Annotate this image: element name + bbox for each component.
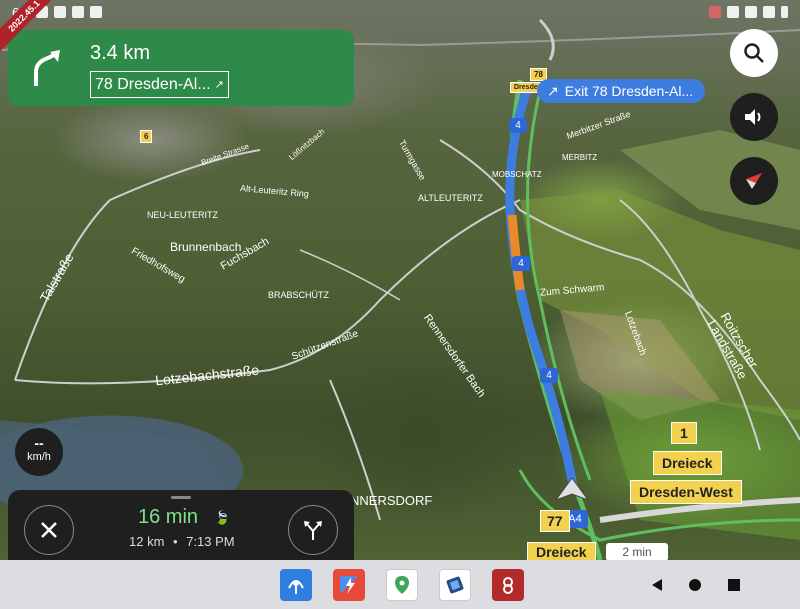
maps-app-icon[interactable]	[333, 569, 365, 601]
separator: •	[173, 534, 178, 549]
speed-value: --	[34, 435, 44, 451]
place-label: BRABSCHÜTZ	[268, 290, 330, 300]
sound-button[interactable]	[730, 93, 778, 141]
system-nav-bar	[0, 560, 800, 609]
arrival-time: 7:13 PM	[186, 534, 235, 549]
eta-duration: 16 min	[138, 506, 199, 528]
arrow-up-right-icon: ↗	[214, 78, 224, 91]
maneuver-distance: 3.4 km	[90, 42, 151, 64]
highway-shield: 4	[512, 256, 530, 271]
notification-icon	[90, 6, 103, 18]
recents-nav-button[interactable]	[727, 578, 741, 592]
exit-sign-number: 77	[540, 510, 570, 532]
close-icon	[41, 522, 57, 538]
destination-sign: Dresden-West	[630, 480, 742, 504]
road-number-sign: 6	[140, 130, 153, 143]
status-bar: 6:5	[0, 0, 800, 24]
exit-label: 78 Dresden-Al...	[95, 75, 211, 93]
location-app-icon[interactable]	[386, 569, 418, 601]
close-navigation-button[interactable]	[24, 505, 74, 555]
fork-route-icon	[304, 521, 322, 540]
search-button[interactable]	[730, 29, 778, 77]
eta-details: 12 km • 7:13 PM	[129, 534, 235, 549]
eco-leaf-icon: 🍃	[214, 510, 231, 525]
red-app-icon[interactable]	[492, 569, 524, 601]
alternate-route-time[interactable]: 2 min	[606, 543, 668, 561]
speedometer: -- km/h	[15, 428, 63, 476]
exit-sign-number: 1	[671, 422, 697, 444]
exit-callout-label: Exit 78 Dresden-Al...	[564, 83, 694, 99]
highway-shield: 4	[540, 368, 558, 383]
search-icon	[744, 43, 764, 63]
notification-icon	[72, 6, 85, 18]
drag-handle[interactable]	[171, 496, 191, 499]
direction-card[interactable]: 3.4 km 78 Dresden-Al... ↗	[8, 30, 354, 106]
place-label: MOBSCHATZ	[492, 170, 542, 179]
bluetooth-icon	[745, 6, 757, 18]
cast-icon	[709, 6, 721, 18]
trip-panel[interactable]: 16 min 🍃 12 km • 7:13 PM	[8, 490, 354, 560]
back-nav-button[interactable]	[650, 578, 664, 592]
street-label: Brunnenbach	[170, 240, 242, 254]
battery-icon	[781, 6, 788, 18]
trip-distance: 12 km	[129, 534, 165, 549]
turn-slight-right-icon	[34, 50, 60, 86]
exit-callout: ↗ Exit 78 Dresden-Al...	[537, 79, 706, 103]
speed-unit: km/h	[27, 451, 51, 463]
wifi-icon	[763, 6, 775, 18]
notification-icon	[54, 6, 67, 18]
key-icon	[727, 6, 739, 18]
compass-icon	[746, 173, 762, 189]
arrow-up-right-icon: ↗	[547, 83, 559, 99]
place-label: ALTLEUTERITZ	[418, 193, 483, 203]
device-app-icon[interactable]	[439, 569, 471, 601]
alternate-routes-button[interactable]	[288, 505, 338, 555]
place-label: NNERSDORF	[350, 493, 433, 508]
destination-sign: Dreieck	[653, 451, 722, 475]
destination-sign: Dreieck	[527, 542, 596, 562]
place-label: NEU-LEUTERITZ	[147, 210, 219, 220]
home-nav-button[interactable]	[688, 578, 702, 592]
exit-sign: 78 Dresden-Al... ↗	[90, 71, 229, 98]
highway-shield: 4	[509, 118, 527, 133]
speaker-icon	[745, 109, 761, 125]
compass-button[interactable]	[730, 157, 778, 205]
place-label: MERBITZ	[562, 153, 598, 162]
podcast-app-icon[interactable]	[280, 569, 312, 601]
